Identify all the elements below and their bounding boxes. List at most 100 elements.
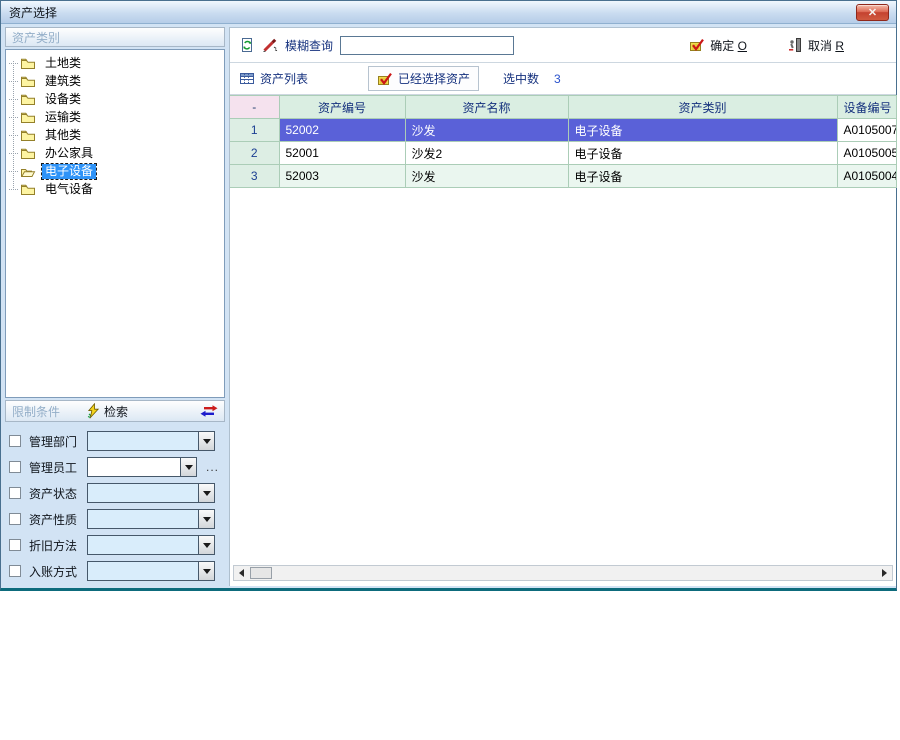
scrollbar-thumb[interactable] bbox=[250, 567, 272, 579]
tree-item-transport[interactable]: 运输类 bbox=[6, 108, 224, 126]
tree-item-building[interactable]: 建筑类 bbox=[6, 72, 224, 90]
scroll-left-arrow[interactable] bbox=[234, 566, 248, 580]
cell-asset-name[interactable]: 沙发2 bbox=[405, 142, 568, 165]
check-box-icon bbox=[689, 37, 705, 53]
filter-label: 入账方式 bbox=[29, 563, 81, 580]
filter-row-entry-method: 入账方式 bbox=[9, 558, 225, 584]
table-row[interactable]: 3 52003 沙发 电子设备 A0105004 bbox=[230, 165, 897, 188]
tab-selected-assets[interactable]: 已经选择资产 bbox=[368, 66, 479, 91]
check-box-icon bbox=[377, 71, 393, 87]
filter-label: 管理员工 bbox=[29, 459, 81, 476]
chevron-down-icon[interactable] bbox=[180, 458, 196, 476]
chevron-down-icon[interactable] bbox=[198, 432, 214, 450]
asset-nature-select[interactable] bbox=[87, 509, 215, 529]
chevron-down-icon[interactable] bbox=[198, 536, 214, 554]
filter-panel-header: 限制条件 检索 bbox=[5, 400, 225, 422]
filter-row-asset-status: 资产状态 bbox=[9, 480, 225, 506]
filter-row-depreciation: 折旧方法 bbox=[9, 532, 225, 558]
ok-button-label: 确定 bbox=[710, 39, 737, 53]
tree-item-electronic-equipment[interactable]: 电子设备 bbox=[6, 162, 224, 180]
cell-asset-code[interactable]: 52002 bbox=[279, 119, 405, 142]
cell-device-code[interactable]: A0105004 bbox=[837, 165, 897, 188]
column-header-asset-category[interactable]: 资产类别 bbox=[568, 96, 837, 119]
refresh-button[interactable] bbox=[239, 37, 255, 53]
refresh-icon bbox=[239, 37, 255, 53]
cell-device-code[interactable]: A0105005 bbox=[837, 142, 897, 165]
tree-item-other[interactable]: 其他类 bbox=[6, 126, 224, 144]
column-header-asset-name[interactable]: 资产名称 bbox=[405, 96, 568, 119]
tabs-row: 资产列表 已经选择资产 选中数 3 bbox=[230, 63, 896, 95]
tree-item-label: 建筑类 bbox=[42, 74, 84, 89]
depreciation-select[interactable] bbox=[87, 535, 215, 555]
close-button[interactable]: ✕ bbox=[856, 4, 889, 21]
horizontal-scrollbar[interactable] bbox=[233, 565, 893, 581]
grid-icon bbox=[239, 71, 255, 86]
open-folder-icon bbox=[20, 165, 36, 178]
cell-asset-code[interactable]: 52001 bbox=[279, 142, 405, 165]
ok-button[interactable]: 确定 O bbox=[689, 37, 747, 54]
filter-row-asset-nature: 资产性质 bbox=[9, 506, 225, 532]
asset-status-select[interactable] bbox=[87, 483, 215, 503]
row-number: 1 bbox=[230, 119, 279, 142]
chevron-down-icon[interactable] bbox=[198, 484, 214, 502]
tree-item-electrical-equipment[interactable]: 电气设备 bbox=[6, 180, 224, 198]
titlebar[interactable]: 资产选择 ✕ bbox=[1, 1, 896, 24]
asset-select-dialog: 资产选择 ✕ 资产类别 土地类 建筑类 设备类 bbox=[0, 0, 897, 591]
swap-button[interactable] bbox=[200, 405, 218, 417]
filter-row-department: 管理部门 bbox=[9, 428, 225, 454]
entry-method-select[interactable] bbox=[87, 561, 215, 581]
asset-nature-checkbox[interactable] bbox=[9, 513, 21, 525]
cell-asset-name[interactable]: 沙发 bbox=[405, 119, 568, 142]
column-header-index[interactable]: - bbox=[230, 96, 279, 119]
table-row[interactable]: 1 52002 沙发 电子设备 A0105007 bbox=[230, 119, 897, 142]
column-header-device-code[interactable]: 设备编号 bbox=[837, 96, 897, 119]
column-header-asset-code[interactable]: 资产编号 bbox=[279, 96, 405, 119]
entry-method-checkbox[interactable] bbox=[9, 565, 21, 577]
employee-select[interactable] bbox=[87, 457, 197, 477]
department-checkbox[interactable] bbox=[9, 435, 21, 447]
tree-item-office-furniture[interactable]: 办公家具 bbox=[6, 144, 224, 162]
fuzzy-query-input[interactable] bbox=[340, 36, 514, 55]
filter-row-employee: 管理员工 ... bbox=[9, 454, 225, 480]
fuzzy-query-button[interactable] bbox=[262, 37, 278, 53]
tree-item-land[interactable]: 土地类 bbox=[6, 54, 224, 72]
chevron-down-icon[interactable] bbox=[198, 510, 214, 528]
close-icon: ✕ bbox=[868, 6, 877, 19]
left-panel: 资产类别 土地类 建筑类 设备类 运输类 bbox=[5, 27, 225, 585]
toolbar: 模糊查询 确定 O 取消 R bbox=[230, 28, 896, 63]
search-button[interactable]: 检索 bbox=[86, 403, 128, 420]
category-panel-title: 资产类别 bbox=[12, 29, 60, 46]
category-tree: 土地类 建筑类 设备类 运输类 其他类 bbox=[5, 49, 225, 398]
employee-more-button[interactable]: ... bbox=[206, 460, 219, 474]
pen-icon bbox=[262, 37, 278, 53]
asset-status-checkbox[interactable] bbox=[9, 487, 21, 499]
folder-icon bbox=[20, 75, 36, 88]
cell-asset-category[interactable]: 电子设备 bbox=[568, 142, 837, 165]
cell-asset-name[interactable]: 沙发 bbox=[405, 165, 568, 188]
cell-asset-category[interactable]: 电子设备 bbox=[568, 119, 837, 142]
lightning-icon bbox=[86, 403, 100, 419]
search-button-label: 检索 bbox=[104, 403, 128, 420]
scroll-right-arrow[interactable] bbox=[878, 566, 892, 580]
row-number: 2 bbox=[230, 142, 279, 165]
cell-asset-code[interactable]: 52003 bbox=[279, 165, 405, 188]
chevron-down-icon[interactable] bbox=[198, 562, 214, 580]
tree-item-equipment[interactable]: 设备类 bbox=[6, 90, 224, 108]
tab-asset-list[interactable]: 资产列表 bbox=[239, 70, 308, 87]
filter-label: 管理部门 bbox=[29, 433, 81, 450]
filter-label: 折旧方法 bbox=[29, 537, 81, 554]
ok-accel: O bbox=[738, 39, 747, 53]
employee-checkbox[interactable] bbox=[9, 461, 21, 473]
selected-count-label: 选中数 bbox=[503, 70, 539, 87]
depreciation-checkbox[interactable] bbox=[9, 539, 21, 551]
cell-asset-category[interactable]: 电子设备 bbox=[568, 165, 837, 188]
tree-item-label: 电子设备 bbox=[42, 164, 96, 179]
exit-icon bbox=[787, 37, 803, 53]
tree-item-label: 设备类 bbox=[42, 92, 84, 107]
folder-icon bbox=[20, 147, 36, 160]
department-select[interactable] bbox=[87, 431, 215, 451]
cell-device-code[interactable]: A0105007 bbox=[837, 119, 897, 142]
cancel-button[interactable]: 取消 R bbox=[787, 37, 844, 54]
table-row[interactable]: 2 52001 沙发2 电子设备 A0105005 bbox=[230, 142, 897, 165]
tree-item-label: 电气设备 bbox=[42, 182, 96, 197]
